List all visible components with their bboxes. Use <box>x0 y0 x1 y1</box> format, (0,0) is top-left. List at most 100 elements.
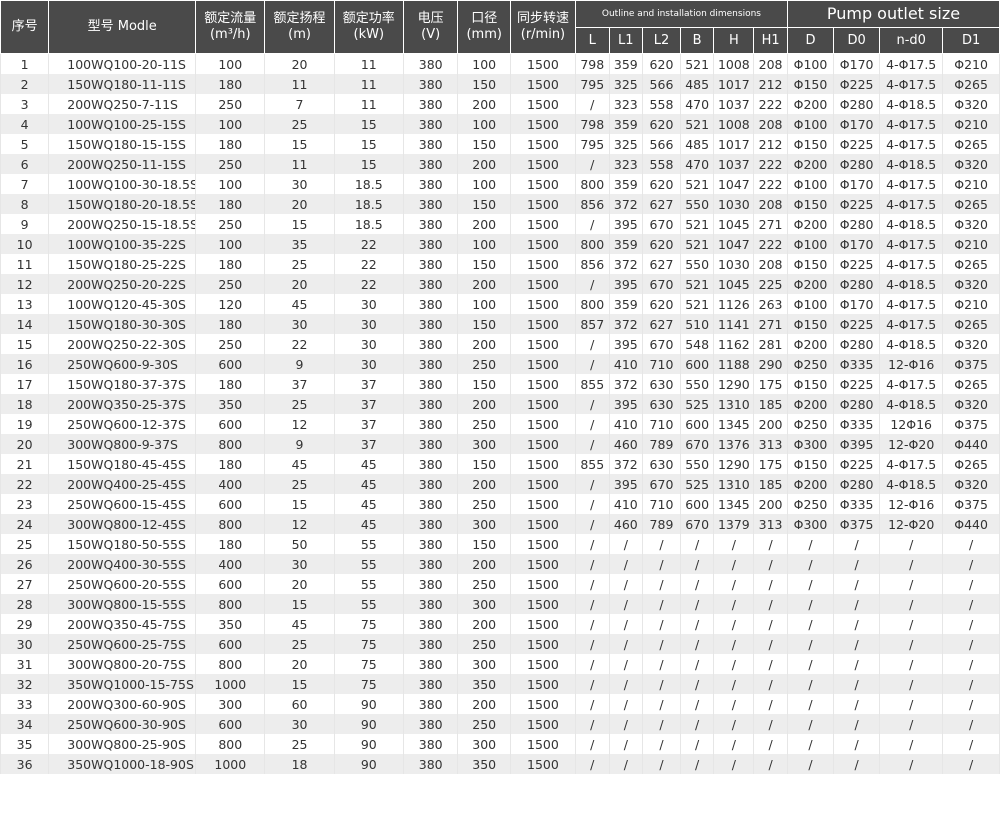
table-cell: / <box>713 674 755 694</box>
table-cell: / <box>608 714 644 734</box>
table-cell: 380 <box>402 654 459 674</box>
table-cell: Φ375 <box>942 494 1000 514</box>
table-row: 33 200WQ300-60-90S 300 60 90 380 200 1500// / / / /… <box>0 694 1000 714</box>
table-cell: Φ100 <box>786 174 835 194</box>
table-cell: 1030 <box>713 254 755 274</box>
table-cell: 150 <box>457 314 511 334</box>
table-cell: 4-Φ17.5 <box>879 314 944 334</box>
table-cell: 521 <box>679 294 715 314</box>
table-cell: / <box>574 214 610 234</box>
table-cell: 1500 <box>509 714 576 734</box>
table-cell: 1500 <box>509 154 576 174</box>
table-cell: 250 <box>195 214 266 234</box>
table-cell: 22 <box>264 334 335 354</box>
table-cell: 380 <box>402 53 459 74</box>
table-cell: 12-Φ16 <box>879 354 944 374</box>
row-index-cell: 7 <box>0 174 50 194</box>
table-cell: 620 <box>642 294 681 314</box>
table-cell: 600 <box>679 354 715 374</box>
table-cell: 1500 <box>509 53 576 74</box>
table-cell: 620 <box>642 114 681 134</box>
table-cell: 627 <box>642 254 681 274</box>
table-cell: 90 <box>333 714 404 734</box>
table-row: 4 100WQ100-25-15S 100 25 15 380 100 1500 798 359 6… <box>0 114 1000 134</box>
table-cell: / <box>679 734 715 754</box>
table-cell: / <box>574 754 610 774</box>
table-row: 12 200WQ250-20-22S 250 20 22 380 200 1500/395 67… <box>0 274 1000 294</box>
table-cell: 1500 <box>509 394 576 414</box>
table-cell: / <box>942 694 1000 714</box>
table-cell: 300 <box>457 734 511 754</box>
table-cell: 300 <box>195 694 266 714</box>
table-cell: 558 <box>642 154 681 174</box>
table-cell: 550 <box>679 374 715 394</box>
table-cell: / <box>574 334 610 354</box>
table-cell: 45 <box>264 294 335 314</box>
table-cell: / <box>753 614 788 634</box>
table-row: 14 150WQ180-30-30S 180 30 30 380 150 1500 857 372… <box>0 314 1000 334</box>
row-index-cell: 9 <box>0 214 50 234</box>
table-cell: / <box>786 694 835 714</box>
table-cell: 510 <box>679 314 715 334</box>
table-cell: 1000 <box>195 674 266 694</box>
table-cell: 250 <box>195 334 266 354</box>
table-cell: 75 <box>333 634 404 654</box>
table-cell: / <box>942 634 1000 654</box>
model-cell: 200WQ400-25-45S <box>48 474 197 494</box>
table-cell: 789 <box>642 514 681 534</box>
table-cell: 800 <box>195 734 266 754</box>
model-cell: 350WQ1000-18-90S <box>48 754 197 774</box>
table-cell: 1008 <box>713 53 755 74</box>
table-cell: 75 <box>333 614 404 634</box>
table-cell: 470 <box>679 94 715 114</box>
table-cell: 1037 <box>713 94 755 114</box>
table-cell: 90 <box>333 754 404 774</box>
table-cell: 4-Φ17.5 <box>879 294 944 314</box>
row-index-cell: 27 <box>0 574 50 594</box>
table-cell: / <box>713 594 755 614</box>
table-cell: Φ210 <box>942 114 1000 134</box>
table-row: 1 100WQ100-20-11S 100 20 11 380 100 1500 798 359 6… <box>0 53 1000 74</box>
table-cell: / <box>574 394 610 414</box>
table-cell: Φ150 <box>786 74 835 94</box>
row-index-cell: 21 <box>0 454 50 474</box>
row-index-cell: 14 <box>0 314 50 334</box>
table-cell: / <box>942 554 1000 574</box>
model-cell: 250WQ600-9-30S <box>48 354 197 374</box>
table-row: 18 200WQ350-25-37S 350 25 37 380 200 1500/395 63… <box>0 394 1000 414</box>
table-cell: 175 <box>753 454 788 474</box>
table-cell: 600 <box>679 494 715 514</box>
table-cell: 670 <box>679 514 715 534</box>
row-index-cell: 23 <box>0 494 50 514</box>
table-cell: 4-Φ17.5 <box>879 74 944 94</box>
table-cell: / <box>642 554 681 574</box>
model-cell: 200WQ250-20-22S <box>48 274 197 294</box>
table-row: 9 200WQ250-15-18.5S 250 15 18.5 380 200 1500/39… <box>0 214 1000 234</box>
header-caliber: 口径 (mm) <box>457 0 511 54</box>
table-cell: / <box>942 674 1000 694</box>
table-cell: / <box>879 634 944 654</box>
table-cell: / <box>642 754 681 774</box>
table-row: 19 250WQ600-12-37S 600 12 37 380 250 1500/410 71… <box>0 414 1000 434</box>
table-cell: Φ335 <box>833 354 881 374</box>
table-cell: Φ335 <box>833 414 881 434</box>
table-row: 26 200WQ400-30-55S 400 30 55 380 200 1500// / / / /… <box>0 554 1000 574</box>
table-cell: 1500 <box>509 274 576 294</box>
table-cell: 798 <box>574 53 610 74</box>
header-speed-name: 同步转速 <box>516 11 569 26</box>
table-cell: 395 <box>608 274 644 294</box>
table-cell: 380 <box>402 454 459 474</box>
table-cell: 12 <box>264 514 335 534</box>
table-cell: 11 <box>264 74 335 94</box>
table-cell: 1500 <box>509 514 576 534</box>
table-cell: 12 <box>264 414 335 434</box>
table-cell: / <box>753 594 788 614</box>
table-cell: / <box>574 354 610 374</box>
model-cell: 200WQ250-22-30S <box>48 334 197 354</box>
table-cell: 855 <box>574 454 610 474</box>
table-cell: 372 <box>608 374 644 394</box>
table-cell: / <box>574 494 610 514</box>
table-cell: 20 <box>264 654 335 674</box>
table-cell: / <box>608 554 644 574</box>
table-cell: 372 <box>608 194 644 214</box>
